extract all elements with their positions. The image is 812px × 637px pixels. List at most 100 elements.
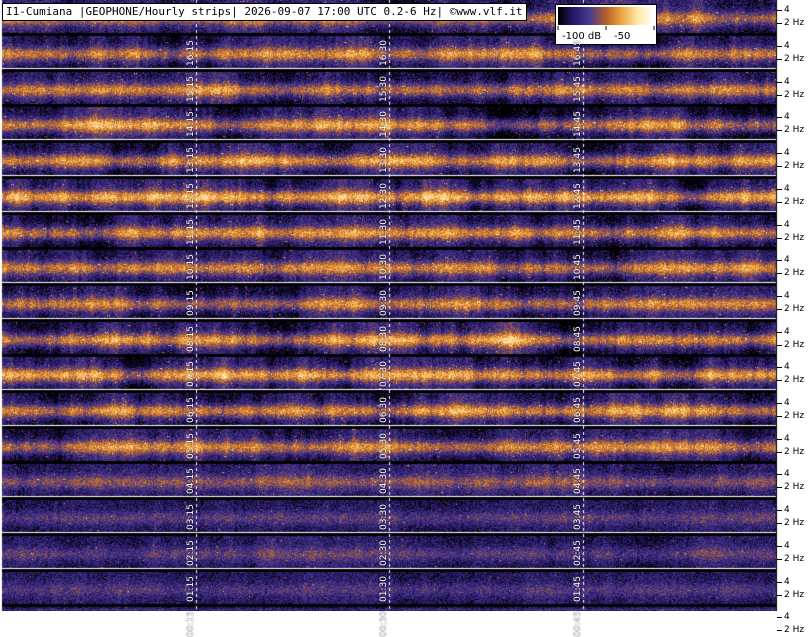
y-axis-label: 4: [784, 77, 790, 87]
y-axis-label: 2 Hz: [784, 54, 805, 64]
strip-time-label: 06:45: [573, 397, 583, 423]
strip-time-label: 00:45: [573, 611, 583, 637]
strip-time-label: 02:15: [186, 540, 196, 566]
y-axis-tick: [777, 225, 782, 226]
y-axis-tick: [777, 95, 782, 96]
y-axis-label: 4: [784, 612, 790, 622]
y-axis-label: 2 Hz: [784, 518, 805, 528]
y-axis-label: 4: [784, 469, 790, 479]
chart-title: I1-Cumiana |GEOPHONE/Hourly strips| 2026…: [2, 3, 527, 21]
strip-time-label: 15:15: [186, 76, 196, 102]
y-axis-label: 2 Hz: [784, 197, 805, 207]
strip-time-label: 14:15: [186, 111, 196, 137]
spectrogram-figure: I1-Cumiana |GEOPHONE/Hourly strips| 2026…: [0, 0, 812, 637]
strip-time-label: 02:30: [379, 540, 389, 566]
y-axis-tick: [777, 559, 782, 560]
strip-time-label: 12:45: [573, 183, 583, 209]
colorbar-gradient: [558, 7, 654, 25]
y-axis-tick: [777, 487, 782, 488]
y-axis-tick: [777, 403, 782, 404]
y-axis-tick: [777, 23, 782, 24]
y-axis-label: 4: [784, 291, 790, 301]
y-axis-tick: [777, 439, 782, 440]
strip-time-label: 16:45: [573, 40, 583, 66]
strip-time-label: 08:45: [573, 326, 583, 352]
y-axis-label: 2 Hz: [784, 268, 805, 278]
y-axis-tick: [777, 617, 782, 618]
strip-time-label: 06:15: [186, 397, 196, 423]
y-axis-tick: [777, 153, 782, 154]
strip-time-label: 00:15: [186, 611, 196, 637]
y-axis-label: 2 Hz: [784, 125, 805, 135]
strip-time-label: 15:30: [379, 76, 389, 102]
y-axis-tick: [777, 202, 782, 203]
y-axis-label: 2 Hz: [784, 482, 805, 492]
strip-time-label: 14:45: [573, 111, 583, 137]
y-axis-tick: [777, 296, 782, 297]
spectrogram-canvas: [0, 0, 812, 611]
y-axis-tick: [777, 367, 782, 368]
y-axis-tick: [777, 474, 782, 475]
y-axis-tick: [777, 166, 782, 167]
colorbar-max-label: -50: [614, 31, 631, 42]
y-axis-tick: [777, 309, 782, 310]
y-axis-label: 4: [784, 398, 790, 408]
y-axis-label: 2 Hz: [784, 590, 805, 600]
y-axis-tick: [777, 82, 782, 83]
y-axis-label: 4: [784, 362, 790, 372]
y-axis-label: 4: [784, 577, 790, 587]
y-axis-tick: [777, 345, 782, 346]
y-axis-label: 2 Hz: [784, 233, 805, 243]
y-axis-label: 4: [784, 41, 790, 51]
strip-time-label: 01:30: [379, 576, 389, 602]
strip-time-label: 04:30: [379, 468, 389, 494]
strip-time-label: 07:15: [186, 361, 196, 387]
y-axis-tick: [777, 416, 782, 417]
strip-time-label: 06:30: [379, 397, 389, 423]
y-axis-label: 4: [784, 148, 790, 158]
strip-time-label: 12:30: [379, 183, 389, 209]
strip-time-label: 09:45: [573, 290, 583, 316]
y-axis-label: 4: [784, 541, 790, 551]
strip-time-label: 16:30: [379, 40, 389, 66]
strip-time-label: 13:15: [186, 147, 196, 173]
y-axis-tick: [777, 332, 782, 333]
strip-time-label: 02:45: [573, 540, 583, 566]
y-axis-label: 2 Hz: [784, 554, 805, 564]
y-axis-tick: [777, 595, 782, 596]
y-axis-tick: [777, 238, 782, 239]
y-axis-label: 4: [784, 255, 790, 265]
y-axis-tick: [777, 273, 782, 274]
y-axis-tick: [777, 630, 782, 631]
y-axis-tick: [777, 582, 782, 583]
strip-time-label: 15:45: [573, 76, 583, 102]
y-axis-label: 2 Hz: [784, 411, 805, 421]
y-axis-tick: [777, 452, 782, 453]
y-axis-label: 2 Hz: [784, 447, 805, 457]
y-axis-tick: [777, 260, 782, 261]
y-axis-label: 2 Hz: [784, 161, 805, 171]
strip-time-label: 03:45: [573, 504, 583, 530]
strip-time-label: 07:30: [379, 361, 389, 387]
strip-time-label: 04:15: [186, 468, 196, 494]
y-axis-tick: [777, 117, 782, 118]
strip-time-label: 10:45: [573, 254, 583, 280]
strip-time-label: 01:15: [186, 576, 196, 602]
strip-time-label: 04:45: [573, 468, 583, 494]
colorbar: -100 dB -50: [555, 4, 657, 45]
y-axis-tick: [777, 510, 782, 511]
strip-time-label: 08:30: [379, 326, 389, 352]
y-axis-label: 4: [784, 184, 790, 194]
strip-time-label: 03:30: [379, 504, 389, 530]
strip-time-label: 11:15: [186, 219, 196, 245]
strip-time-label: 13:45: [573, 147, 583, 173]
strip-time-label: 11:30: [379, 219, 389, 245]
y-axis-tick: [777, 523, 782, 524]
strip-time-label: 12:15: [186, 183, 196, 209]
strip-time-label: 11:45: [573, 219, 583, 245]
y-axis-label: 4: [784, 112, 790, 122]
y-axis-tick: [777, 189, 782, 190]
strip-time-label: 14:30: [379, 111, 389, 137]
y-axis-tick: [777, 130, 782, 131]
y-axis-label: 2 Hz: [784, 18, 805, 28]
